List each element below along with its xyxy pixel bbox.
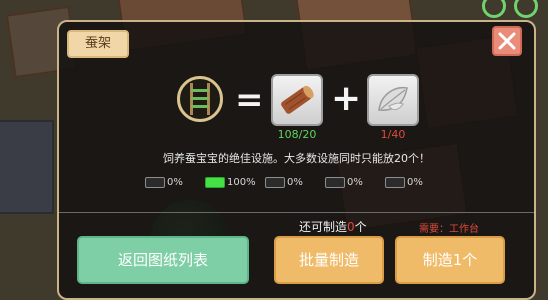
- close-icon: [498, 32, 516, 50]
- percentage-label: 100%: [227, 176, 256, 188]
- divider: [59, 212, 534, 213]
- percentage-bar: [265, 176, 285, 188]
- leaf-count: 1/40: [380, 128, 406, 141]
- requirement-text: 需要：工作台: [419, 224, 479, 235]
- can-make-prefix: 还可制造: [299, 220, 348, 234]
- can-make-text: 还可制造0个: [299, 218, 367, 235]
- equals-sign: =: [235, 80, 264, 120]
- item-description: 饲养蚕宝宝的绝佳设施。大多数设施同时只能放20个！: [163, 152, 430, 165]
- batch-craft-button[interactable]: 批量制造: [274, 236, 384, 284]
- percentage-bar: [385, 176, 405, 188]
- result-item-slot[interactable]: [177, 76, 223, 122]
- percentage-label: 0%: [287, 176, 303, 188]
- craft-one-button[interactable]: 制造1个: [395, 236, 505, 284]
- crafting-panel: 蚕架 = 108/20 + 1/40 饲养蚕宝宝的绝佳设施。大多数设施同时只能放…: [57, 20, 536, 300]
- percentage-label: 0%: [407, 176, 423, 188]
- recipe-row: = 108/20 + 1/40: [59, 70, 534, 160]
- percentage-label: 0%: [167, 176, 183, 188]
- hud-button-icon[interactable]: [514, 0, 538, 18]
- mulberry-leaf-icon: [378, 86, 408, 111]
- percentage-bar: [145, 176, 165, 188]
- percentage-bar-active: [205, 176, 225, 188]
- silkworm-shelf-icon: [190, 83, 210, 115]
- close-button[interactable]: [492, 26, 522, 56]
- ingredient-slot-leaf[interactable]: [367, 74, 419, 126]
- percentage-option[interactable]: 100%: [205, 175, 256, 189]
- floor-tile: [0, 120, 54, 214]
- plus-sign: +: [331, 78, 362, 119]
- percentage-label: 0%: [347, 176, 363, 188]
- percentage-row: 0% 100% 0% 0% 0%: [145, 175, 445, 191]
- wood-count: 108/20: [277, 128, 317, 141]
- percentage-option[interactable]: 0%: [385, 175, 423, 189]
- ingredient-slot-wood[interactable]: [271, 74, 323, 126]
- can-make-count: 0: [347, 220, 355, 234]
- panel-title-tab: 蚕架: [67, 30, 129, 58]
- back-to-blueprints-button[interactable]: 返回图纸列表: [77, 236, 249, 284]
- hud-button-icon[interactable]: [482, 0, 506, 18]
- can-make-suffix: 个: [354, 220, 367, 234]
- percentage-bar: [325, 176, 345, 188]
- percentage-option[interactable]: 0%: [145, 175, 183, 189]
- percentage-option[interactable]: 0%: [325, 175, 363, 189]
- percentage-option[interactable]: 0%: [265, 175, 303, 189]
- wood-log-icon: [281, 85, 314, 114]
